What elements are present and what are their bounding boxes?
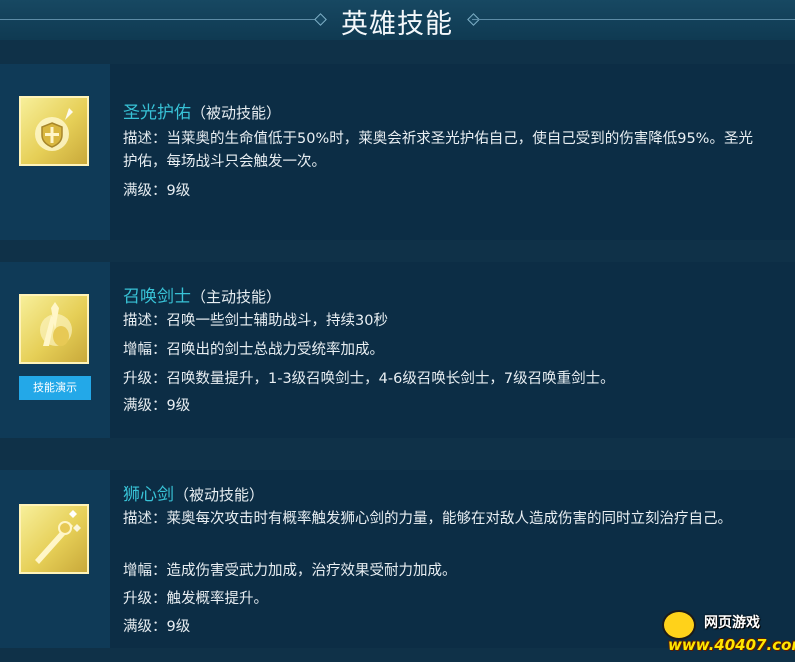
skill-description: 描述：当莱奥的生命值低于50%时，莱奥会祈求圣光护佑自己，使自己受到的伤害降低9…	[123, 131, 753, 170]
skill-demo-button[interactable]: 技能演示	[19, 376, 91, 400]
skill-upgrade: 升级：召唤数量提升，1-3级召唤剑士，4-6级召唤长剑士，7级召唤重剑士。	[123, 371, 615, 387]
skill-title: 圣光护佑（被动技能）	[123, 98, 281, 123]
header-divider-left	[0, 19, 322, 20]
skill-name: 圣光护佑	[123, 103, 191, 123]
skill-icon-column	[0, 470, 110, 648]
skill-upgrade: 升级：触发概率提升。	[123, 591, 268, 607]
skill-card-2: 技能演示 召唤剑士（主动技能） 描述：召唤一些剑士辅助战斗，持续30秒 增幅：召…	[0, 262, 795, 438]
sword-icon[interactable]	[19, 504, 89, 574]
site-watermark: 网页游戏 www.40407.com	[660, 608, 795, 660]
watermark-title: 网页游戏	[704, 615, 760, 631]
skill-type: （主动技能）	[191, 288, 282, 306]
shield-icon[interactable]	[19, 96, 89, 166]
skill-max-level: 满级：9级	[123, 398, 191, 414]
skill-card-1: 圣光护佑（被动技能） 描述：当莱奥的生命值低于50%时，莱奥会祈求圣光护佑自己，…	[0, 64, 795, 240]
skill-max-level: 满级：9级	[123, 183, 191, 199]
skill-description: 描述：莱奥每次攻击时有概率触发狮心剑的力量，能够在对敌人造成伤害的同时立刻治疗自…	[123, 511, 732, 527]
skill-title: 召唤剑士（主动技能）	[123, 282, 281, 307]
skill-name: 狮心剑	[123, 485, 174, 505]
skill-icon-column	[0, 64, 110, 240]
section-header: 英雄技能	[0, 0, 795, 40]
page-title: 英雄技能	[341, 9, 453, 40]
skill-max-level: 满级：9级	[123, 619, 191, 635]
skill-title: 狮心剑（被动技能）	[123, 480, 264, 505]
header-divider-right	[472, 19, 795, 20]
skill-description: 描述：召唤一些剑士辅助战斗，持续30秒	[123, 313, 388, 329]
skill-type: （被动技能）	[174, 486, 265, 504]
skill-type: （被动技能）	[191, 104, 282, 122]
watermark-url: www.40407.com	[668, 636, 795, 654]
swordsman-icon[interactable]	[19, 294, 89, 364]
skill-boost: 增幅：召唤出的剑士总战力受统率加成。	[123, 342, 384, 358]
skill-icon-column: 技能演示	[0, 262, 110, 438]
skill-boost: 增幅：造成伤害受武力加成，治疗效果受耐力加成。	[123, 563, 457, 579]
skill-name: 召唤剑士	[123, 287, 191, 307]
